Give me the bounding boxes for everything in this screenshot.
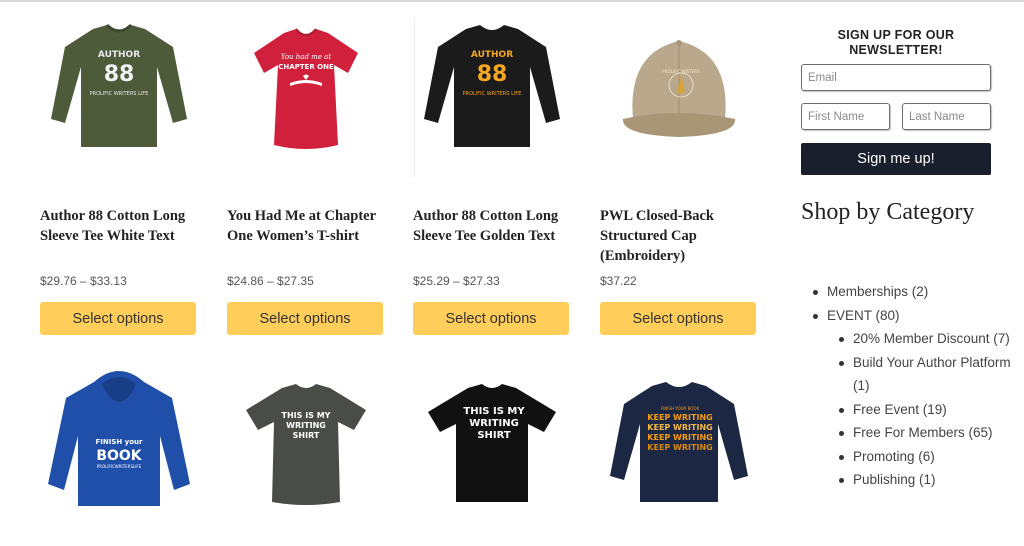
- shirt-print-text: SHIRT: [293, 431, 320, 440]
- email-field[interactable]: Email: [801, 64, 991, 91]
- category-item[interactable]: Memberships (2): [810, 280, 1020, 304]
- blue-hoodie-icon[interactable]: FINISH your BOOK PROLIFICWRITERSLIFE: [40, 366, 198, 506]
- select-options-button[interactable]: Select options: [227, 302, 383, 335]
- black-long-sleeve-tee-icon[interactable]: AUTHOR 88 PROLIFIC WRITERS LIFE: [413, 18, 571, 158]
- navy-long-sleeve-tee-icon[interactable]: FINISH YOUR BOOK KEEP WRITING KEEP WRITI…: [600, 366, 758, 506]
- shirt-print-text: AUTHOR: [98, 50, 140, 60]
- category-item[interactable]: 20% Member Discount (7): [836, 327, 1020, 351]
- category-heading: Shop by Category: [801, 199, 975, 225]
- product-title[interactable]: Author 88 Cotton Long Sleeve Tee Golden …: [413, 206, 571, 246]
- shirt-print-text: 88: [477, 62, 508, 87]
- category-item[interactable]: Publishing (1): [836, 468, 1020, 492]
- category-list: Memberships (2) EVENT (80) 20% Member Di…: [810, 280, 1020, 492]
- green-long-sleeve-tee-icon[interactable]: AUTHOR 88 PROLIFIC WRITERS LIFE: [40, 18, 198, 158]
- last-name-field[interactable]: Last Name: [902, 103, 991, 130]
- product-price: $37.22: [600, 274, 637, 288]
- top-border: [0, 0, 1024, 2]
- first-name-field[interactable]: First Name: [801, 103, 890, 130]
- cap-print-text: PROLIFIC WRITERS: [662, 69, 700, 74]
- shirt-print-text: WRITING: [469, 418, 519, 429]
- product-price: $29.76 – $33.13: [40, 274, 127, 288]
- sign-up-button[interactable]: Sign me up!: [801, 143, 991, 175]
- category-item[interactable]: Free Event (19): [836, 398, 1020, 422]
- shirt-print-text: WRITING: [286, 421, 326, 430]
- shirt-print-text: PROLIFIC WRITERS LIFE: [463, 91, 522, 97]
- category-item[interactable]: Build Your Author Platform (1): [836, 351, 1020, 398]
- hoodie-print-text: PROLIFICWRITERSLIFE: [97, 464, 142, 469]
- product-title[interactable]: You Had Me at Chapter One Women’s T-shir…: [227, 206, 385, 246]
- red-womens-tshirt-icon[interactable]: You had me at CHAPTER ONE: [227, 18, 385, 158]
- khaki-cap-icon[interactable]: PROLIFIC WRITERS: [600, 18, 758, 158]
- shirt-print-text: FINISH YOUR BOOK: [661, 406, 700, 411]
- black-tshirt-icon[interactable]: THIS IS MY WRITING SHIRT: [413, 366, 571, 506]
- shirt-print-text: KEEP WRITING: [647, 433, 712, 442]
- shirt-print-text: SHIRT: [477, 430, 511, 441]
- shirt-print-text: You had me at: [281, 53, 332, 61]
- select-options-button[interactable]: Select options: [413, 302, 569, 335]
- select-options-button[interactable]: Select options: [40, 302, 196, 335]
- shirt-print-text: 88: [104, 62, 135, 87]
- product-title[interactable]: Author 88 Cotton Long Sleeve Tee White T…: [40, 206, 198, 246]
- hoodie-print-text: FINISH your: [96, 438, 144, 446]
- shirt-print-text: KEEP WRITING: [647, 443, 712, 452]
- shirt-print-text: THIS IS MY: [463, 406, 525, 417]
- category-item[interactable]: Free For Members (65): [836, 421, 1020, 445]
- select-options-button[interactable]: Select options: [600, 302, 756, 335]
- product-price: $24.86 – $27.35: [227, 274, 314, 288]
- shirt-print-text: PROLIFIC WRITERS LIFE: [90, 91, 149, 97]
- shirt-print-text: KEEP WRITING: [647, 423, 712, 432]
- shirt-print-text: CHAPTER ONE: [278, 63, 334, 71]
- shirt-print-text: AUTHOR: [471, 50, 513, 60]
- category-item[interactable]: EVENT (80): [810, 304, 1020, 328]
- product-title[interactable]: PWL Closed-Back Structured Cap (Embroide…: [600, 206, 758, 266]
- hoodie-print-text: BOOK: [96, 448, 142, 464]
- shirt-print-text: KEEP WRITING: [647, 413, 712, 422]
- category-item[interactable]: Promoting (6): [836, 445, 1020, 469]
- shirt-print-text: THIS IS MY: [282, 411, 331, 420]
- product-price: $25.29 – $27.33: [413, 274, 500, 288]
- newsletter-title: SIGN UP FOR OUR NEWSLETTER!: [837, 28, 955, 57]
- gray-womens-tshirt-icon[interactable]: THIS IS MY WRITING SHIRT: [227, 366, 385, 506]
